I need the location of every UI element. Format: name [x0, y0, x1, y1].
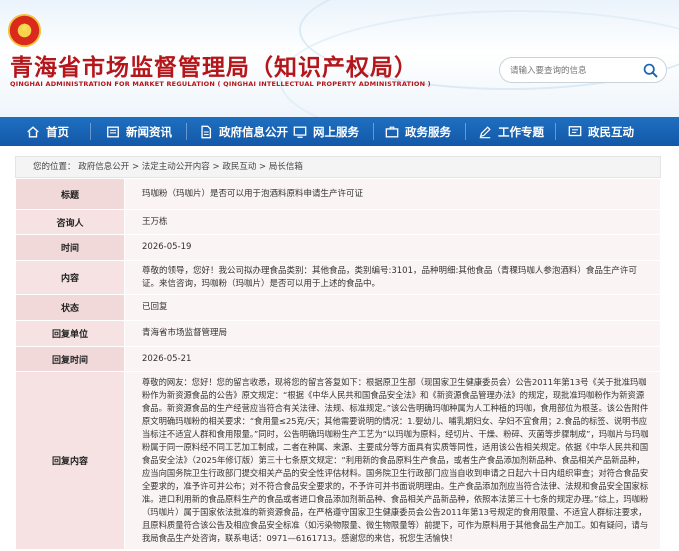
breadcrumb: 您的位置： 政府信息公开 > 法定主动公开内容 > 政民互动 > 局长信箱 — [15, 156, 661, 178]
nav-item-news[interactable]: 新闻资讯 — [106, 117, 172, 146]
asker-value: 王万栋 — [124, 209, 661, 235]
monitor-icon — [293, 126, 307, 138]
search-box — [499, 57, 667, 83]
news-icon — [107, 126, 119, 137]
reply-time-label: 回复时间 — [15, 346, 125, 372]
nav-item-label: 政民互动 — [588, 124, 634, 139]
breadcrumb-link-disclosure[interactable]: 法定主动公开内容 — [142, 162, 210, 172]
breadcrumb-link-interaction[interactable]: 政民互动 — [222, 162, 256, 172]
nav-divider — [90, 123, 91, 140]
site-title: 青海省市场监督管理局（知识产权局） — [10, 55, 418, 81]
reply-content-value: 尊敬的网友：您好！您的留言收悉，现将您的留言答复如下：根据原卫生部（现国家卫生健… — [124, 371, 661, 550]
home-icon — [27, 125, 39, 138]
main-nav: 首页 新闻资讯 政府信息公开 网上服务 政务服务 工作专题 政民互动 — [0, 117, 679, 146]
nav-item-label: 政务服务 — [405, 124, 451, 139]
breadcrumb-separator: > — [259, 162, 267, 172]
nav-item-label: 工作专题 — [498, 124, 544, 139]
reply-content-label: 回复内容 — [15, 371, 125, 550]
letter-detail-table: 标题 玛咖粉（玛咖片）是否可以用于泡酒料原料申请生产许可证 咨询人 王万栋 时间… — [15, 178, 661, 550]
pencil-icon — [479, 125, 491, 138]
content-label: 内容 — [15, 260, 125, 295]
nav-item-label: 首页 — [46, 124, 69, 139]
nav-item-interaction[interactable]: 政民互动 — [568, 117, 634, 146]
nav-item-gov-service[interactable]: 政务服务 — [385, 117, 451, 146]
breadcrumb-separator: > — [212, 162, 220, 172]
breadcrumb-link-gov-info[interactable]: 政府信息公开 — [78, 162, 129, 172]
reply-unit-value: 青海省市场监督管理局 — [124, 320, 661, 347]
table-row: 回复单位 青海省市场监督管理局 — [15, 320, 661, 347]
nav-item-home[interactable]: 首页 — [26, 117, 69, 146]
nav-item-topics[interactable]: 工作专题 — [478, 117, 544, 146]
title-value: 玛咖粉（玛咖片）是否可以用于泡酒料原料申请生产许可证 — [124, 178, 661, 210]
search-input[interactable] — [510, 63, 638, 78]
status-label: 状态 — [15, 294, 125, 321]
table-row: 内容 尊敬的领导，您好！我公司拟办理食品类别：其他食品，类别编号:3101，品种… — [15, 260, 661, 295]
site-header: 青海省市场监督管理局（知识产权局） QINGHAI ADMINISTRATION… — [0, 0, 679, 117]
reply-unit-label: 回复单位 — [15, 320, 125, 347]
breadcrumb-prefix: 您的位置： — [33, 162, 76, 172]
table-row: 时间 2026-05-19 — [15, 234, 661, 261]
table-row: 状态 已回复 — [15, 294, 661, 321]
title-label: 标题 — [15, 178, 125, 210]
nav-item-label: 网上服务 — [313, 124, 359, 139]
nav-divider — [373, 123, 374, 140]
chat-icon — [568, 125, 582, 136]
document-icon — [201, 125, 212, 138]
time-label: 时间 — [15, 234, 125, 261]
briefcase-icon — [385, 126, 399, 137]
reply-time-value: 2026-05-21 — [124, 346, 661, 372]
time-value: 2026-05-19 — [124, 234, 661, 261]
search-icon[interactable] — [642, 62, 659, 79]
site-subtitle: QINGHAI ADMINISTRATION FOR MARKET REGULA… — [10, 80, 431, 88]
asker-label: 咨询人 — [15, 209, 125, 235]
nav-item-online-service[interactable]: 网上服务 — [293, 117, 359, 146]
nav-divider — [555, 123, 556, 140]
table-row: 回复内容 尊敬的网友：您好！您的留言收悉，现将您的留言答复如下：根据原卫生部（现… — [15, 371, 661, 550]
content-value: 尊敬的领导，您好！我公司拟办理食品类别：其他食品，类别编号:3101，品种明细:… — [124, 260, 661, 295]
status-value: 已回复 — [124, 294, 661, 321]
table-row: 标题 玛咖粉（玛咖片）是否可以用于泡酒料原料申请生产许可证 — [15, 178, 661, 210]
nav-divider — [465, 123, 466, 140]
table-row: 回复时间 2026-05-21 — [15, 346, 661, 372]
table-row: 咨询人 王万栋 — [15, 209, 661, 235]
breadcrumb-separator: > — [131, 162, 140, 172]
national-emblem-icon — [8, 14, 41, 47]
nav-item-label: 新闻资讯 — [126, 124, 172, 139]
nav-item-gov-info[interactable]: 政府信息公开 — [199, 117, 288, 146]
nav-item-label: 政府信息公开 — [219, 124, 288, 139]
breadcrumb-link-mailbox[interactable]: 局长信箱 — [269, 162, 303, 172]
nav-divider — [186, 123, 187, 140]
